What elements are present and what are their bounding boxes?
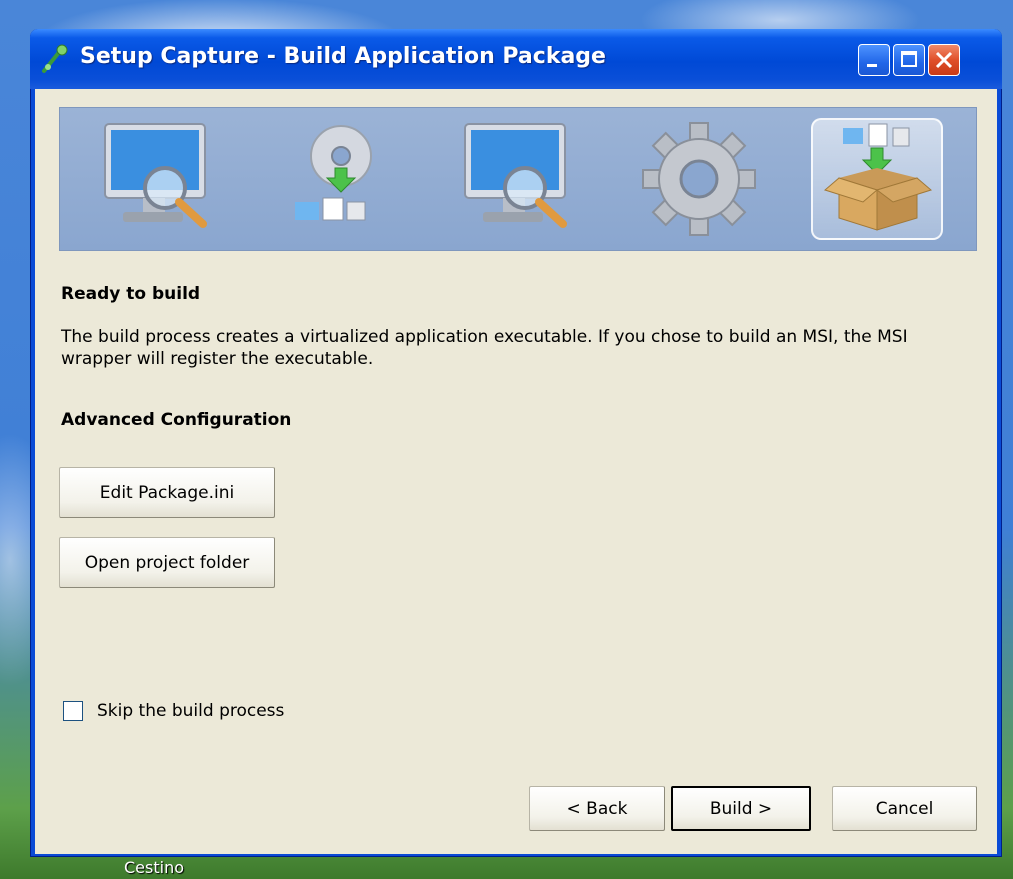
package-box-icon bbox=[823, 123, 933, 231]
close-button[interactable] bbox=[928, 44, 960, 76]
app-icon bbox=[42, 44, 68, 73]
monitor-search-icon bbox=[104, 123, 207, 228]
step-4 bbox=[633, 118, 765, 240]
monitor-search-icon bbox=[464, 123, 567, 228]
edit-package-ini-button[interactable]: Edit Package.ini bbox=[59, 467, 275, 518]
description-text: The build process creates a virtualized … bbox=[61, 327, 908, 369]
step-5-active bbox=[811, 118, 943, 240]
minimize-icon bbox=[867, 64, 877, 67]
wizard-steps-banner bbox=[59, 107, 977, 251]
skip-build-label[interactable]: Skip the build process bbox=[97, 701, 284, 721]
desktop-icon-label[interactable]: Cestino bbox=[124, 858, 184, 877]
setup-capture-window: Setup Capture - Build Application Packag… bbox=[30, 29, 1002, 857]
step-2 bbox=[273, 118, 405, 240]
maximize-button[interactable] bbox=[893, 44, 925, 76]
minimize-button[interactable] bbox=[858, 44, 890, 76]
step-1 bbox=[93, 118, 225, 240]
disc-install-icon bbox=[295, 125, 372, 221]
window-title: Setup Capture - Build Application Packag… bbox=[80, 44, 606, 69]
skip-build-checkbox[interactable] bbox=[63, 701, 83, 721]
page-heading: Ready to build bbox=[61, 284, 201, 304]
gear-icon bbox=[642, 122, 756, 236]
client-area: Ready to build The build process creates… bbox=[35, 89, 997, 854]
close-icon bbox=[935, 51, 953, 69]
build-button[interactable]: Build > bbox=[671, 786, 811, 831]
cancel-button[interactable]: Cancel bbox=[832, 786, 977, 831]
maximize-icon bbox=[901, 51, 917, 67]
open-project-folder-button[interactable]: Open project folder bbox=[59, 537, 275, 588]
title-bar[interactable]: Setup Capture - Build Application Packag… bbox=[30, 29, 1002, 89]
advanced-config-heading: Advanced Configuration bbox=[61, 410, 292, 430]
back-button[interactable]: < Back bbox=[529, 786, 665, 831]
step-3 bbox=[453, 118, 585, 240]
